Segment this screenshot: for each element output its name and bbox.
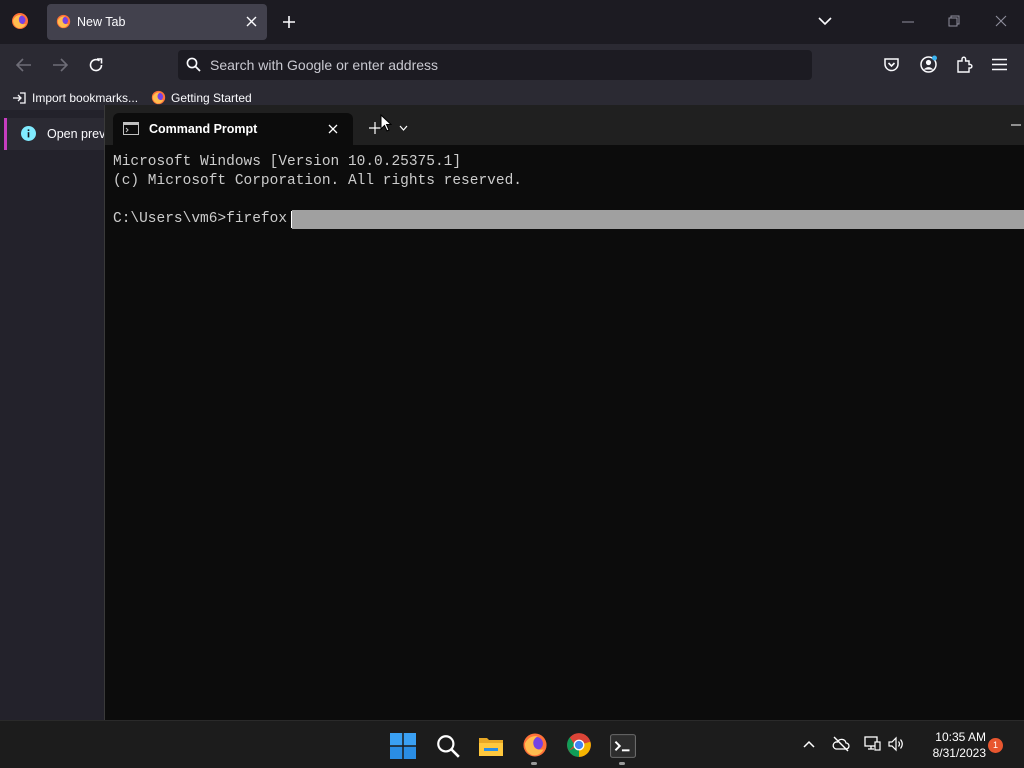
restore-icon[interactable] <box>948 15 960 27</box>
notification-text: Open previ <box>47 127 104 141</box>
minimize-icon[interactable] <box>902 21 914 23</box>
account-icon[interactable] <box>919 55 938 74</box>
firefox-navigation-toolbar: Search with Google or enter address <box>0 44 1024 86</box>
terminal-running-indicator <box>619 762 625 765</box>
terminal-dropdown-chevron-icon[interactable] <box>399 125 408 131</box>
tab-new-tab[interactable]: New Tab <box>47 4 267 40</box>
system-clock[interactable]: 10:35 AM 8/31/2023 <box>912 729 986 761</box>
onedrive-offline-icon[interactable] <box>832 736 850 752</box>
forward-arrow-icon[interactable] <box>52 58 68 72</box>
new-tab-plus-icon[interactable] <box>282 15 296 29</box>
search-icon <box>186 57 201 72</box>
windows-taskbar: 10:35 AM 8/31/2023 1 <box>0 720 1024 768</box>
bookmark-import-label: Import bookmarks... <box>32 91 139 105</box>
extensions-puzzle-icon[interactable] <box>956 56 973 73</box>
notification-bar[interactable]: Open previ <box>4 118 104 150</box>
list-all-tabs-chevron-icon[interactable] <box>818 16 832 26</box>
search-icon[interactable] <box>435 733 461 759</box>
address-bar[interactable]: Search with Google or enter address <box>178 50 812 80</box>
firefox-taskbar-icon[interactable] <box>522 732 548 758</box>
show-hidden-icons-chevron-icon[interactable] <box>803 740 815 748</box>
firefox-page-content: Open previ <box>0 110 104 720</box>
terminal-line: Microsoft Windows [Version 10.0.25375.1] <box>113 154 462 170</box>
terminal-tab-command-prompt[interactable]: Command Prompt <box>113 113 353 145</box>
import-icon <box>13 92 26 104</box>
terminal-tab-title: Command Prompt <box>149 122 258 136</box>
chrome-icon[interactable] <box>566 732 592 758</box>
close-terminal-tab-icon[interactable] <box>328 124 338 134</box>
hamburger-menu-icon[interactable] <box>992 58 1007 71</box>
clock-date: 8/31/2023 <box>932 746 986 760</box>
terminal-taskbar-icon[interactable] <box>610 733 636 759</box>
clock-time: 10:35 AM <box>935 730 986 744</box>
mouse-pointer-icon <box>380 114 392 132</box>
close-tab-icon[interactable] <box>246 16 257 27</box>
windows-start-icon[interactable] <box>390 733 416 759</box>
command-prompt-icon <box>123 122 139 135</box>
address-bar-placeholder: Search with Google or enter address <box>210 57 439 73</box>
tab-title: New Tab <box>77 15 126 29</box>
back-arrow-icon[interactable] <box>16 58 32 72</box>
terminal-minimize-icon[interactable] <box>1011 124 1021 126</box>
close-window-icon[interactable] <box>995 15 1007 27</box>
terminal-prompt-line: C:\Users\vm6>firefox <box>113 211 288 227</box>
reload-icon[interactable] <box>88 57 104 73</box>
notification-center-badge[interactable]: 1 <box>988 738 1003 753</box>
text-cursor <box>291 211 292 228</box>
firefox-logo-icon[interactable] <box>11 12 29 30</box>
firefox-favicon-icon <box>151 90 166 105</box>
volume-icon[interactable] <box>888 736 904 752</box>
terminal-output[interactable]: Microsoft Windows [Version 10.0.25375.1]… <box>113 153 1024 229</box>
network-icon[interactable] <box>864 736 881 752</box>
pocket-icon[interactable] <box>883 56 900 73</box>
firefox-running-indicator <box>531 762 537 765</box>
file-explorer-folder-icon[interactable] <box>478 733 504 759</box>
firefox-tab-strip: New Tab <box>0 0 1024 44</box>
terminal-line: (c) Microsoft Corporation. All rights re… <box>113 173 522 189</box>
info-icon <box>21 126 36 141</box>
terminal-window: Command Prompt Microsoft Windows [Versio… <box>104 105 1024 720</box>
bookmark-getting-started-label: Getting Started <box>171 91 252 105</box>
firefox-favicon-icon <box>56 14 71 29</box>
terminal-title-bar[interactable]: Command Prompt <box>105 105 1024 145</box>
